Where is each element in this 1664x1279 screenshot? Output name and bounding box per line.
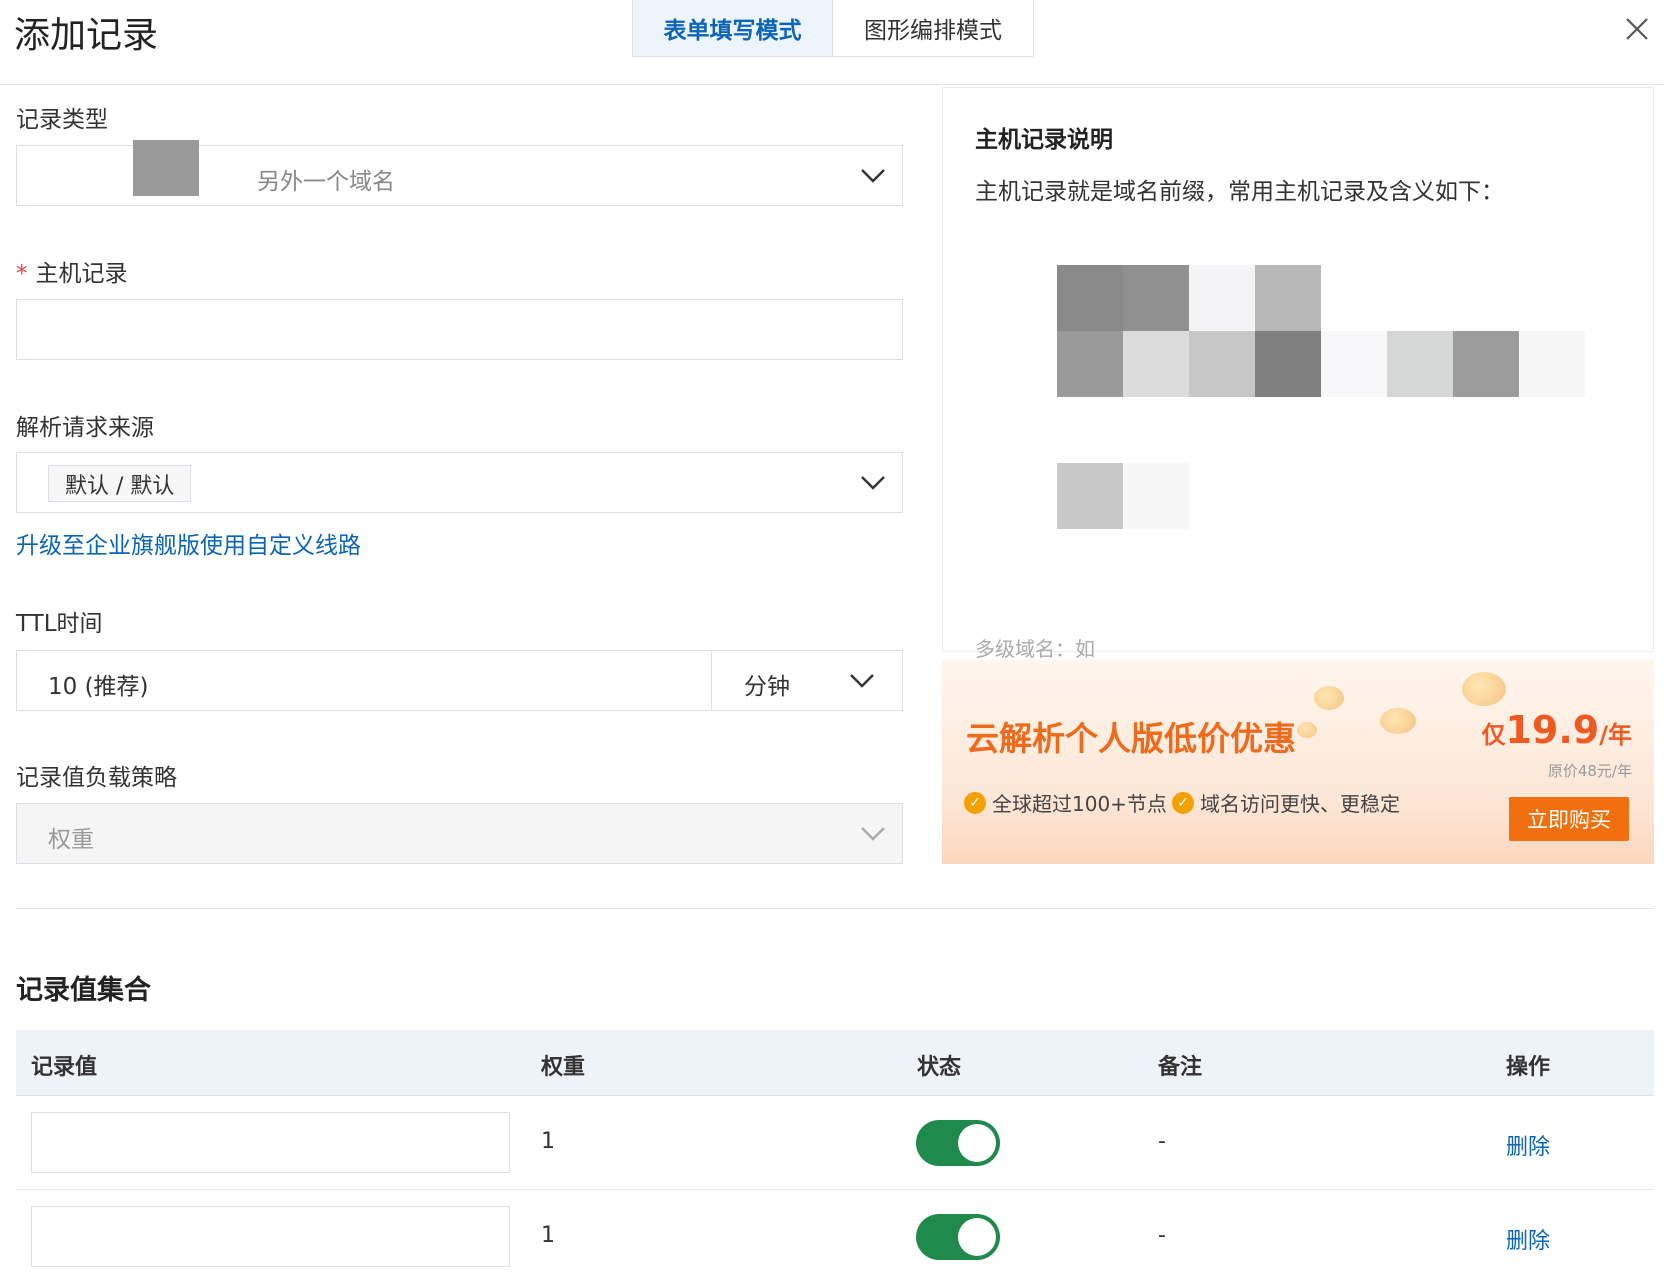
status-toggle[interactable] <box>916 1214 1000 1260</box>
row-remark: - <box>1158 1223 1166 1248</box>
promo-original-price: 原价48元/年 <box>1547 762 1632 780</box>
host-record-help-panel: 主机记录说明 主机记录就是域名前缀，常用主机记录及含义如下： 多级域名：如 <box>942 87 1654 661</box>
record-value-input[interactable] <box>31 1206 510 1267</box>
table-row: 1 - 删除 <box>16 1190 1654 1279</box>
tab-graphic-mode[interactable]: 图形编排模式 <box>833 0 1033 56</box>
promo-feature: ✓ 域名访问更快、更稳定 <box>1172 788 1400 817</box>
promo-banner: 云解析个人版低价优惠 仅19.9/年 原价48元/年 ✓ 全球超过100+节点 ✓… <box>942 660 1654 864</box>
chevron-down-icon <box>861 476 885 490</box>
promo-feature-text: 全球超过100+节点 <box>992 792 1167 816</box>
price-unit: /年 <box>1599 721 1632 749</box>
mode-tabs: 表单填写模式 图形编排模式 <box>632 0 1034 57</box>
promo-title: 云解析个人版低价优惠 <box>966 719 1296 758</box>
ttl-value: 10 (推荐) <box>48 674 149 700</box>
header-divider <box>0 84 1664 85</box>
close-icon[interactable] <box>1620 12 1654 46</box>
delete-link[interactable]: 删除 <box>1506 1129 1550 1161</box>
column-header-action: 操作 <box>1506 1055 1551 1080</box>
chevron-down-icon <box>850 674 874 688</box>
resolve-source-tag: 默认 / 默认 <box>48 465 192 502</box>
price-number: 19.9 <box>1505 708 1600 752</box>
redacted-mosaic <box>1057 265 1585 529</box>
ttl-label: TTL时间 <box>16 611 103 637</box>
promo-feature: ✓ 全球超过100+节点 <box>964 788 1167 817</box>
delete-link[interactable]: 删除 <box>1506 1223 1550 1255</box>
chevron-down-icon <box>861 827 885 841</box>
promo-coin <box>1314 686 1344 710</box>
ttl-unit-value: 分钟 <box>744 674 790 700</box>
column-header-value: 记录值 <box>31 1055 98 1080</box>
record-type-value: 另外一个域名 <box>257 169 395 195</box>
chevron-down-icon <box>861 169 885 183</box>
records-section-title: 记录值集合 <box>16 975 151 1006</box>
promo-feature-text: 域名访问更快、更稳定 <box>1200 792 1400 816</box>
load-strategy-label: 记录值负载策略 <box>16 765 177 791</box>
toggle-knob <box>958 1218 996 1256</box>
redacted-block <box>133 140 199 196</box>
row-weight: 1 <box>541 1223 555 1248</box>
price-prefix: 仅 <box>1481 721 1506 749</box>
check-icon: ✓ <box>1172 791 1194 814</box>
row-remark: - <box>1158 1129 1166 1154</box>
status-toggle[interactable] <box>916 1120 1000 1166</box>
column-header-status: 状态 <box>917 1055 962 1080</box>
resolve-source-label: 解析请求来源 <box>16 415 154 441</box>
help-description: 主机记录就是域名前缀，常用主机记录及含义如下： <box>975 179 1504 205</box>
resolve-source-select[interactable]: 默认 / 默认 <box>16 452 903 513</box>
load-strategy-select: 权重 <box>16 803 903 864</box>
record-value-input[interactable] <box>31 1112 510 1173</box>
ttl-unit-select[interactable]: 分钟 <box>711 650 903 711</box>
column-header-weight: 权重 <box>541 1055 586 1080</box>
records-table-header: 记录值 权重 状态 备注 操作 <box>16 1030 1654 1096</box>
host-record-label-text: 主机记录 <box>35 261 128 287</box>
required-mark: * <box>16 261 28 287</box>
dialog-title: 添加记录 <box>14 15 159 56</box>
upgrade-link[interactable]: 升级至企业旗舰版使用自定义线路 <box>16 526 361 560</box>
help-title: 主机记录说明 <box>975 127 1113 153</box>
record-type-label: 记录类型 <box>16 107 108 133</box>
help-faded-text: 多级域名：如 <box>975 637 1095 661</box>
host-record-label: * 主机记录 <box>16 254 128 288</box>
section-divider <box>16 908 1654 909</box>
column-header-remark: 备注 <box>1158 1055 1203 1080</box>
promo-coin <box>1462 672 1506 706</box>
host-record-input[interactable] <box>16 299 903 360</box>
check-icon: ✓ <box>964 791 986 814</box>
toggle-knob <box>958 1124 996 1162</box>
promo-coin <box>1380 708 1416 734</box>
table-row: 1 - 删除 <box>16 1096 1654 1190</box>
promo-price: 仅19.9/年 <box>1481 708 1632 752</box>
record-type-select[interactable]: 另外一个域名 <box>16 140 903 206</box>
load-strategy-value: 权重 <box>48 827 94 853</box>
tab-form-mode[interactable]: 表单填写模式 <box>633 0 833 56</box>
buy-now-button[interactable]: 立即购买 <box>1509 797 1629 841</box>
row-weight: 1 <box>541 1129 555 1154</box>
ttl-input[interactable]: 10 (推荐) <box>16 650 712 711</box>
promo-coin <box>1297 722 1317 738</box>
